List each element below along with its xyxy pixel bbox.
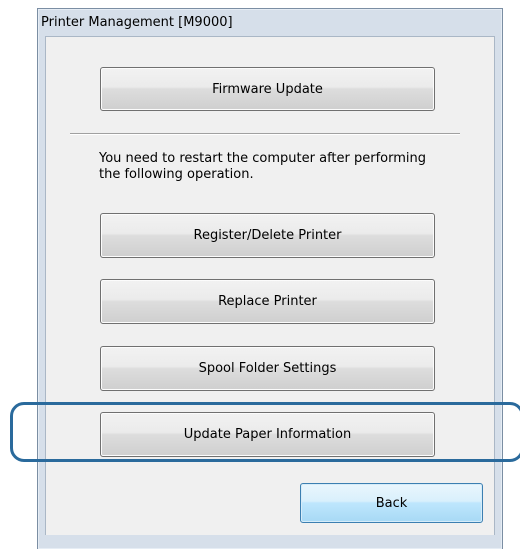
firmware-update-button[interactable]: Firmware Update [100, 67, 435, 111]
title-bar[interactable]: Printer Management [M9000] [38, 9, 502, 36]
restart-notice-text: You need to restart the computer after p… [99, 151, 426, 182]
spool-folder-settings-button[interactable]: Spool Folder Settings [100, 346, 435, 391]
back-button[interactable]: Back [300, 483, 483, 523]
register-delete-printer-button[interactable]: Register/Delete Printer [100, 213, 435, 258]
highlight-outline [10, 402, 520, 462]
replace-printer-button[interactable]: Replace Printer [100, 279, 435, 324]
separator-line [70, 133, 460, 135]
window-title: Printer Management [M9000] [41, 15, 233, 30]
